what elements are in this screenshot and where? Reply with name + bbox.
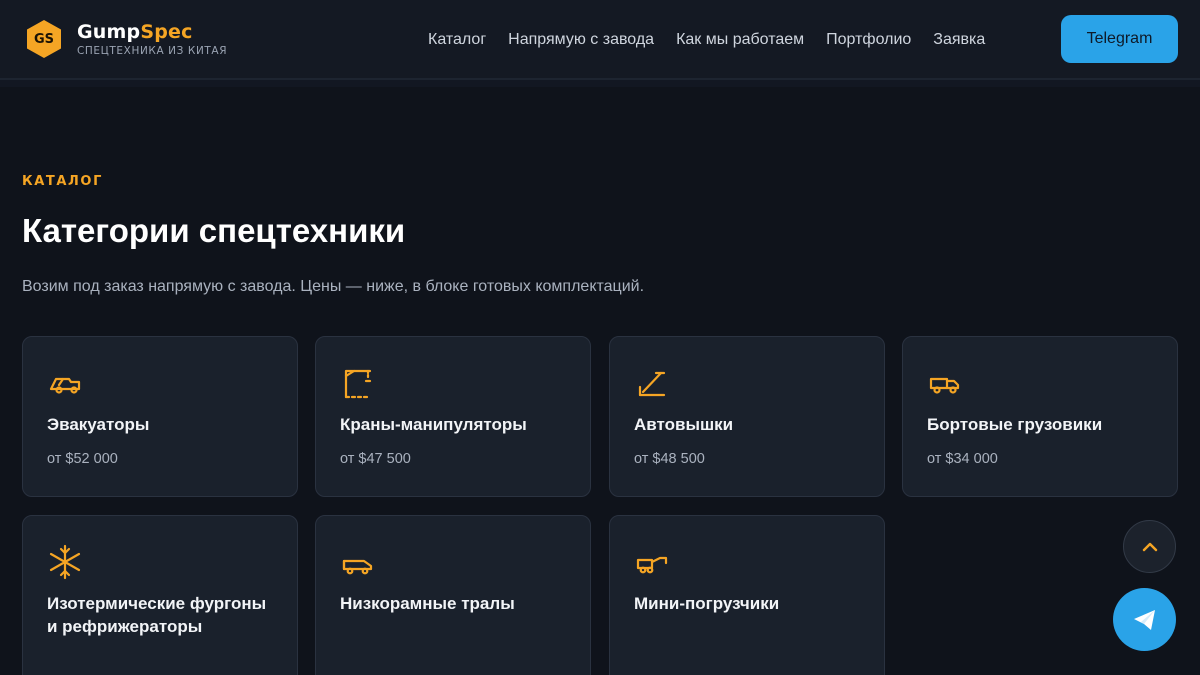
category-card-flatbed-trucks[interactable]: Бортовые грузовики от $34 000 xyxy=(902,336,1178,497)
category-price: от $48 500 xyxy=(634,451,705,467)
crane-icon xyxy=(344,369,372,399)
category-price: от $34 000 xyxy=(927,451,998,467)
category-title: Эвакуаторы xyxy=(47,415,150,434)
flatbed-truck-icon xyxy=(929,377,960,394)
category-card-mini-loaders[interactable]: Мини-погрузчики xyxy=(609,515,885,675)
nav-link-catalog[interactable]: Каталог xyxy=(428,29,486,51)
logo-initials: GS xyxy=(33,31,55,47)
category-price: от $47 500 xyxy=(340,451,411,467)
nav-link-request[interactable]: Заявка xyxy=(933,29,985,51)
logo[interactable]: GS GumpSpec СПЕЦТЕХНИКА ИЗ КИТАЯ xyxy=(24,19,227,59)
mini-loader-icon xyxy=(636,556,668,574)
category-card-cranes[interactable]: Краны-манипуляторы от $47 500 xyxy=(315,336,591,497)
telegram-floating-button[interactable] xyxy=(1113,588,1176,651)
brand-name: GumpSpec xyxy=(77,21,227,43)
brand-tagline: СПЕЦТЕХНИКА ИЗ КИТАЯ xyxy=(77,45,228,57)
category-title: Краны-манипуляторы xyxy=(340,415,527,434)
brand-name-part-1: Gump xyxy=(77,21,141,43)
section-eyebrow: КАТАЛОГ xyxy=(22,174,103,189)
scroll-to-top-button[interactable] xyxy=(1123,520,1176,573)
category-title: Мини-погрузчики xyxy=(634,594,780,613)
category-title: Бортовые грузовики xyxy=(927,415,1103,434)
chevron-up-icon xyxy=(1142,542,1157,551)
brand-name-part-2: Spec xyxy=(140,21,193,43)
category-title: Изотермические фургоны и рефрижераторы xyxy=(47,594,267,636)
nav-link-how-we-work[interactable]: Как мы работаем xyxy=(676,29,804,51)
paper-plane-icon xyxy=(1133,609,1155,630)
category-card-aerial-lifts[interactable]: Автовышки от $48 500 xyxy=(609,336,885,497)
category-card-tow-trucks[interactable]: Эвакуаторы от $52 000 xyxy=(22,336,298,497)
category-title: Низкорамные тралы xyxy=(340,594,515,613)
logo-hexagon-icon: GS xyxy=(24,19,64,59)
category-title: Автовышки xyxy=(634,415,734,434)
snowflake-icon xyxy=(49,544,81,580)
aerial-lift-icon xyxy=(638,371,666,397)
category-card-refrigerated-vans[interactable]: Изотермические фургоны и рефрижераторы xyxy=(22,515,298,675)
lowbed-trailer-icon xyxy=(342,559,373,575)
telegram-button[interactable]: Telegram xyxy=(1061,15,1178,63)
category-card-lowbed-trailers[interactable]: Низкорамные тралы xyxy=(315,515,591,675)
category-price: от $52 000 xyxy=(47,451,118,467)
nav-link-direct-from-factory[interactable]: Напрямую с завода xyxy=(508,29,654,51)
header-divider xyxy=(0,80,1200,87)
nav-link-portfolio[interactable]: Портфолио xyxy=(826,29,911,51)
tow-truck-icon xyxy=(49,377,81,394)
section-lead: Возим под заказ напрямую с завода. Цены … xyxy=(22,278,645,295)
page-title: Категории спецтехники xyxy=(22,212,406,249)
main-nav: Каталог Напрямую с завода Как мы работае… xyxy=(428,29,1007,51)
site-header: GS GumpSpec СПЕЦТЕХНИКА ИЗ КИТАЯ Каталог… xyxy=(0,0,1200,80)
